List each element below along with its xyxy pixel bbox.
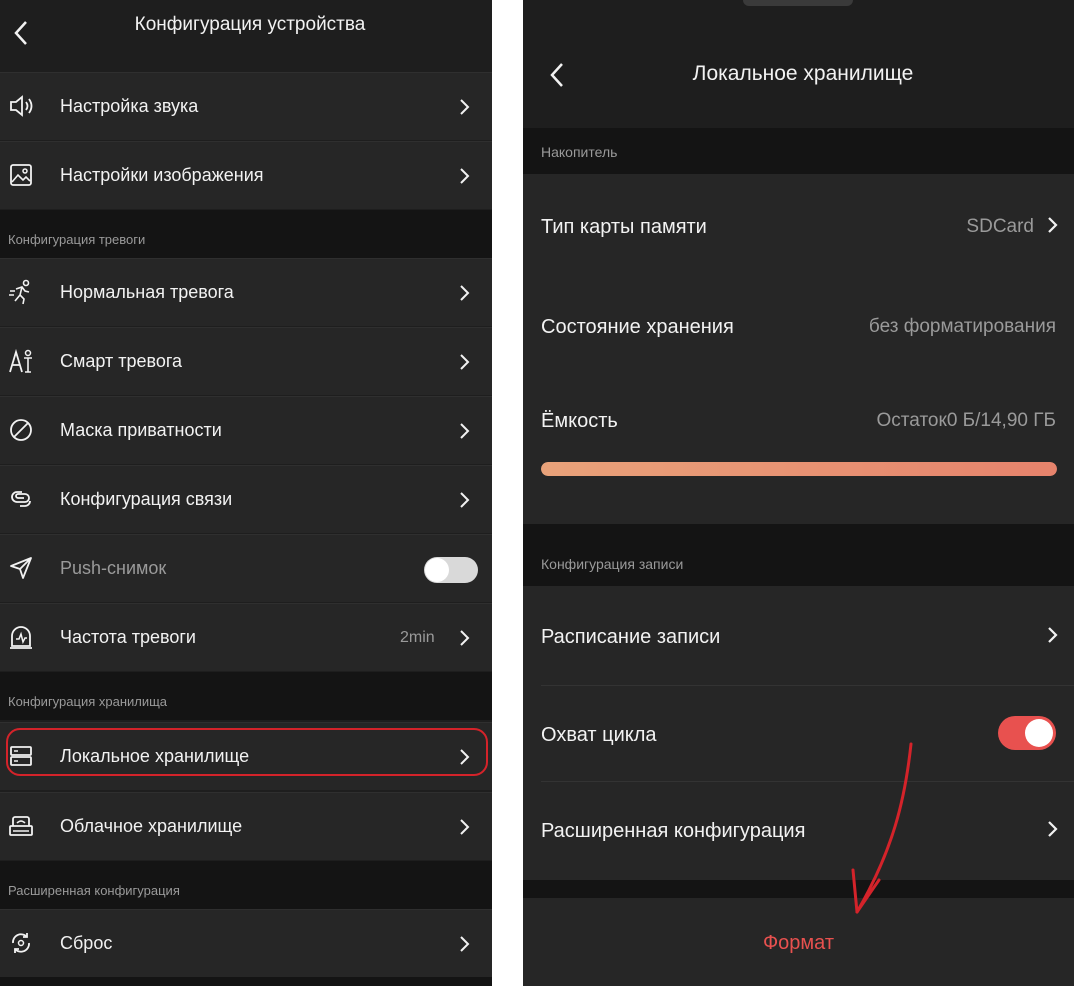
section-header-record: Конфигурация записи [523, 524, 1074, 586]
section-label: Конфигурация хранилища [8, 694, 168, 709]
menu-item-alarm-frequency[interactable]: Частота тревоги 2min [0, 603, 492, 671]
section-header-alarm: Конфигурация тревоги [0, 210, 492, 258]
chevron-right-icon [1048, 627, 1058, 643]
record-schedule-row[interactable]: Расписание записи [523, 586, 1074, 686]
menu-item-local-storage[interactable]: Локальное хранилище [0, 722, 492, 790]
chevron-right-icon [460, 749, 470, 765]
chevron-right-icon [460, 423, 470, 439]
section-label: Накопитель [541, 144, 618, 160]
menu-item-label: Конфигурация связи [60, 489, 233, 509]
section-header-advanced: Расширенная конфигурация [0, 861, 492, 909]
section-header-storage: Конфигурация хранилища [0, 672, 492, 720]
speaker-icon [10, 95, 33, 117]
format-button[interactable]: Формат [523, 898, 1074, 986]
toggle-knob [425, 558, 449, 582]
toggle-knob [1025, 719, 1053, 747]
menu-item-label: Push-снимок [60, 558, 167, 578]
capacity-progress-bar [541, 462, 1057, 476]
menu-item-push-snapshot: Push-снимок [0, 534, 492, 602]
chevron-right-icon [1048, 217, 1058, 233]
card-type-row[interactable]: Тип карты памяти SDCard [523, 174, 1074, 278]
menu-item-link-config[interactable]: Конфигурация связи [0, 465, 492, 533]
capacity-value: Остаток0 Б/14,90 ГБ [876, 410, 1056, 431]
chevron-right-icon [460, 819, 470, 835]
menu-item-label: Нормальная тревога [60, 282, 234, 302]
page-title: Конфигурация устройства [134, 14, 366, 35]
chevron-right-icon [460, 354, 470, 370]
section-label: Конфигурация записи [541, 556, 684, 572]
section-label: Расширенная конфигурация [8, 883, 180, 898]
capacity-progress-fill [541, 462, 1057, 476]
menu-item-sound[interactable]: Настройка звука [0, 72, 492, 140]
alarm-frequency-icon [10, 626, 32, 649]
chevron-right-icon [460, 936, 470, 952]
storage-state-label: Состояние хранения [541, 316, 734, 338]
send-icon [10, 557, 32, 579]
menu-item-privacy-mask[interactable]: Маска приватности [0, 396, 492, 464]
smart-person-icon [9, 348, 32, 373]
capacity-label: Ёмкость [541, 410, 618, 432]
menu-item-reset[interactable]: Сброс [0, 909, 492, 977]
advanced-config-row[interactable]: Расширенная конфигурация [523, 782, 1074, 880]
header-bar: Локальное хранилище [523, 0, 1074, 128]
menu-item-label: Настройки изображения [60, 165, 264, 185]
menu-item-label: Сброс [60, 933, 113, 953]
chevron-right-icon [1048, 821, 1058, 837]
menu-item-label: Маска приватности [60, 420, 222, 440]
menu-item-smart-alarm[interactable]: Смарт тревога [0, 327, 492, 395]
section-header-drive: Накопитель [523, 128, 1074, 174]
privacy-mask-icon [10, 419, 32, 441]
section-label: Конфигурация тревоги [8, 232, 146, 247]
advanced-config-label: Расширенная конфигурация [541, 820, 806, 842]
link-icon [11, 491, 31, 507]
local-storage-screen: Локальное хранилище Накопитель Тип карты… [523, 0, 1074, 986]
menu-item-cloud-storage[interactable]: Облачное хранилище [0, 792, 492, 860]
device-config-screen: Конфигурация устройства Настройка звука … [0, 0, 492, 986]
alarm-frequency-value: 2min [400, 629, 435, 646]
status-notch [743, 0, 853, 6]
running-person-icon [9, 279, 30, 305]
menu-item-label: Смарт тревога [60, 351, 183, 371]
chevron-right-icon [460, 99, 470, 115]
chevron-right-icon [460, 492, 470, 508]
screenshot-root: Конфигурация устройства Настройка звука … [0, 0, 1074, 986]
bottom-strip [0, 977, 492, 986]
loop-coverage-label: Охват цикла [541, 724, 657, 746]
back-arrow-icon[interactable] [10, 18, 34, 48]
card-type-value: SDCard [966, 216, 1034, 237]
menu-item-normal-alarm[interactable]: Нормальная тревога [0, 258, 492, 326]
reset-icon [12, 933, 30, 953]
push-snapshot-toggle[interactable] [424, 557, 478, 583]
record-card: Расписание записи Охват цикла Расширенна… [523, 586, 1074, 880]
page-title: Локальное хранилище [692, 62, 914, 85]
cloud-storage-icon [9, 816, 33, 836]
storage-state-row: Состояние хранения без форматирования [523, 278, 1074, 382]
record-schedule-label: Расписание записи [541, 626, 721, 648]
back-arrow-icon[interactable] [547, 60, 567, 90]
format-button-label: Формат [762, 932, 835, 954]
menu-item-image[interactable]: Настройки изображения [0, 141, 492, 209]
chevron-right-icon [460, 630, 470, 646]
image-icon [10, 164, 32, 186]
chevron-right-icon [460, 168, 470, 184]
spacer [523, 880, 1074, 898]
menu-item-label: Локальное хранилище [60, 746, 250, 766]
capacity-row: Ёмкость Остаток0 Б/14,90 ГБ [523, 382, 1074, 524]
menu-item-label: Облачное хранилище [60, 816, 243, 836]
menu-item-label: Настройка звука [60, 96, 199, 116]
menu-item-label: Частота тревоги [60, 627, 196, 647]
header-bar: Конфигурация устройства [0, 0, 492, 64]
local-storage-icon [10, 746, 32, 766]
loop-coverage-toggle[interactable] [998, 716, 1056, 750]
chevron-right-icon [460, 285, 470, 301]
loop-coverage-row: Охват цикла [523, 686, 1074, 782]
storage-state-value: без форматирования [868, 316, 1056, 337]
card-type-label: Тип карты памяти [541, 216, 707, 238]
